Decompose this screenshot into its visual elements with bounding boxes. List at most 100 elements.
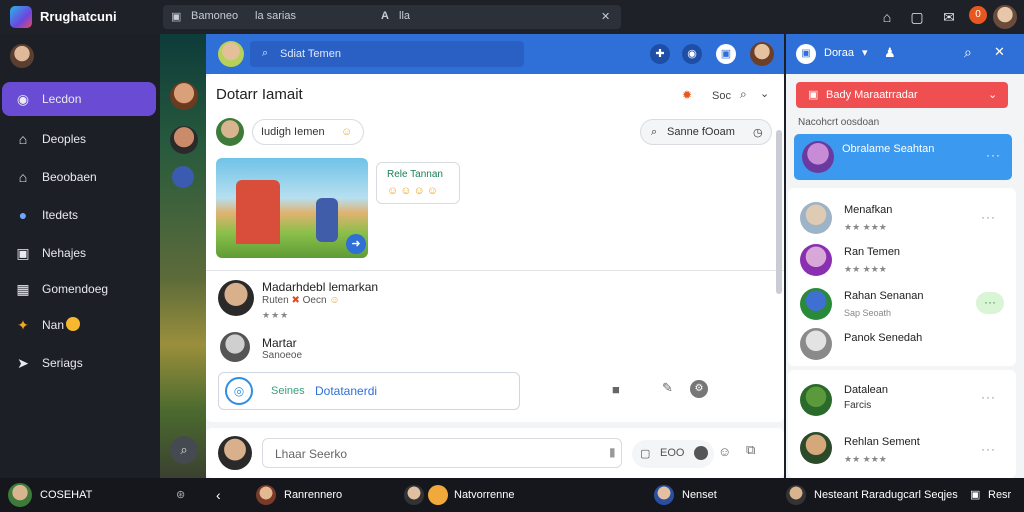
more-icon[interactable]: ···: [981, 390, 996, 404]
header-avatar[interactable]: [218, 41, 244, 67]
compose-input[interactable]: Lhaar Seerko ▮: [262, 438, 622, 468]
more-icon[interactable]: ···: [976, 292, 1004, 314]
post-author-avatar[interactable]: [216, 118, 244, 146]
sidebar-item-deoples[interactable]: ⌂ Deoples: [2, 122, 156, 156]
contact-item[interactable]: Rehlan Sement ★★ ★★★ ···: [788, 430, 1010, 472]
header-search-input[interactable]: ⌕ Sdiat Temen: [250, 41, 524, 67]
home-icon[interactable]: ⌂: [876, 6, 898, 28]
post-pill[interactable]: Iudigh Iemen ☺: [252, 119, 364, 145]
search-icon[interactable]: ⌕: [964, 44, 972, 61]
search-icon[interactable]: ⌕: [170, 436, 198, 464]
divider: [206, 270, 784, 271]
bookmark-icon[interactable]: ▢: [906, 6, 928, 28]
star-icon: ✦: [17, 317, 29, 333]
chevron-down-icon: ⌄: [988, 89, 998, 101]
sidebar-item-gomendoeg[interactable]: ▦ Gomendoeg: [2, 272, 156, 306]
search-icon[interactable]: ⌕: [740, 87, 747, 102]
bottom-tab[interactable]: Nenset: [682, 486, 717, 504]
comment-text-part: Ruten: [262, 295, 289, 306]
contact-item[interactable]: Panok Senedah: [788, 326, 1010, 368]
game-illustration[interactable]: ➜: [216, 158, 368, 258]
chat-icon[interactable]: ◉: [682, 44, 702, 64]
sidebar-item-lecdon[interactable]: ◉ Lecdon: [2, 82, 156, 116]
emoji-icon[interactable]: ☺: [718, 444, 731, 459]
compose-avatar[interactable]: [218, 436, 252, 470]
bottom-tab[interactable]: Nesteant Raradugcarl Seqjes: [814, 486, 958, 504]
calendar-icon[interactable]: ▣: [796, 44, 816, 64]
bottom-tab[interactable]: Natvorrenne: [454, 486, 515, 504]
scrollbar[interactable]: [776, 130, 782, 294]
reply-label: Seines: [271, 385, 305, 397]
sidebar-item-label: Beoobaen: [42, 170, 97, 184]
sidebar-item-itedets[interactable]: ● Itedets: [2, 198, 156, 232]
more-icon[interactable]: ···: [981, 442, 996, 456]
back-icon[interactable]: ‹: [216, 486, 221, 504]
title-action[interactable]: Soc: [712, 90, 731, 102]
user-avatar[interactable]: [8, 483, 32, 507]
pin-icon[interactable]: ✎: [662, 380, 673, 396]
contact-status: Sap Seoath: [844, 308, 892, 318]
notification-badge[interactable]: 0: [969, 6, 987, 24]
settings-icon[interactable]: ⚙: [690, 380, 708, 398]
notification-icon[interactable]: ✉: [938, 6, 960, 28]
action-bar[interactable]: ▣ Bady Maraatrradar ⌄: [796, 82, 1008, 108]
reply-value: Dotatanerdi: [315, 384, 378, 398]
chevron-down-icon[interactable]: ⌄: [760, 87, 769, 100]
contact-item[interactable]: Menafkan ★★ ★★★ ···: [788, 198, 1010, 240]
comment-rating: ★★★: [262, 310, 290, 320]
search-letter-icon: A: [381, 10, 389, 22]
bottom-tab[interactable]: Resr: [988, 486, 1011, 504]
dropdown-label[interactable]: Doraa: [824, 47, 854, 59]
compose-button[interactable]: ▢ EOO: [632, 440, 714, 468]
user-icon[interactable]: ♟: [884, 45, 896, 61]
sidebar-item-nehajes[interactable]: ▣ Nehajes: [2, 236, 156, 270]
user-avatar[interactable]: [993, 5, 1017, 29]
clock-icon: ◷: [753, 127, 763, 139]
more-icon[interactable]: ···: [986, 148, 1001, 162]
sidebar-item-seriags[interactable]: ➤ Seriags: [2, 346, 156, 380]
emote-card[interactable]: Rele Tannan ☺☺☺☺: [376, 162, 460, 204]
square-icon: ▣: [970, 489, 981, 501]
header-user-avatar[interactable]: [750, 42, 774, 66]
contact-item[interactable]: Datalean Farcis ···: [788, 378, 1010, 420]
square-icon: ▣: [171, 11, 182, 23]
search-pill[interactable]: ⌕ Sanne fOoam ◷: [640, 119, 772, 145]
settings-icon[interactable]: ⊛: [176, 486, 185, 504]
comment-avatar[interactable]: [220, 332, 250, 362]
play-icon[interactable]: ➜: [346, 234, 366, 254]
sidebar-item-nan[interactable]: ✦ Nan: [2, 308, 156, 342]
sidebar: ◉ Lecdon ⌂ Deoples ⌂ Beoobaen ● Itedets …: [0, 34, 160, 478]
puzzle-icon[interactable]: ✚: [650, 44, 670, 64]
lock-icon[interactable]: ■: [612, 382, 620, 397]
sidebar-item-beoobaen[interactable]: ⌂ Beoobaen: [2, 160, 156, 194]
contact-avatar: [800, 384, 832, 416]
right-header: ▣ Doraa ▾ ♟ ⌕ ✕: [786, 34, 1024, 74]
bottom-bar: COSEHAT ⊛ ‹ Ranrennero Natvorrenne Nense…: [0, 478, 1024, 512]
more-icon[interactable]: ···: [981, 210, 996, 224]
search-text-mid: la sarias: [255, 10, 296, 22]
fire-icon: ✹: [682, 88, 693, 102]
attach-icon[interactable]: ⧉: [746, 442, 755, 458]
emoji-icon: ☺: [329, 295, 340, 306]
search-text-right: lla: [399, 10, 411, 22]
reply-box[interactable]: ◎ Seines Dotatanerdi: [218, 372, 520, 410]
emoji-icon: ☺: [341, 126, 353, 138]
highlighted-contact[interactable]: Obralame Seahtan ···: [794, 134, 1012, 180]
bottom-tab[interactable]: Ranrennero: [284, 486, 342, 504]
comment-avatar[interactable]: [218, 280, 254, 316]
contact-name: Menafkan: [844, 204, 893, 216]
contact-item[interactable]: Ran Temen ★★ ★★★: [788, 240, 1010, 282]
art-avatar-2: [170, 126, 198, 154]
close-icon[interactable]: ✕: [601, 10, 610, 23]
character-shape: [316, 198, 338, 242]
minus-icon: [694, 446, 708, 460]
contact-name: Rahan Senanan: [844, 290, 924, 302]
sidebar-avatar[interactable]: [10, 44, 34, 68]
contact-name: Ran Temen: [844, 246, 901, 258]
global-search[interactable]: ▣ Bamoneo la sarias A lla ✕: [163, 5, 621, 29]
close-icon[interactable]: ✕: [994, 44, 1005, 60]
contact-item[interactable]: Rahan Senanan Sap Seoath ···: [788, 284, 1010, 326]
chevron-down-icon[interactable]: ▾: [862, 46, 868, 59]
share-icon[interactable]: ▣: [716, 44, 736, 64]
contact-avatar: [800, 244, 832, 276]
